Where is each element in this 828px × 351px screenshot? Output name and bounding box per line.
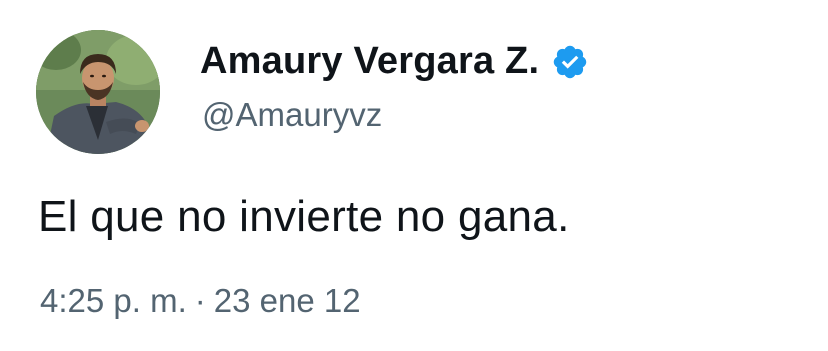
author-handle[interactable]: @Amauryvz — [202, 96, 382, 134]
tweet-text: El que no invierte no gana. — [38, 192, 570, 241]
author-name[interactable]: Amaury Vergara Z. — [200, 40, 589, 83]
tweet-time: 4:25 p. m. — [40, 282, 187, 319]
verified-badge-icon — [551, 43, 589, 81]
tweet-date: 23 ene 12 — [213, 282, 361, 319]
separator-dot: · — [194, 282, 206, 319]
author-name-text: Amaury Vergara Z. — [200, 40, 540, 82]
avatar-photo — [36, 30, 160, 154]
tweet-card: Amaury Vergara Z. @Amauryvz El que no in… — [0, 0, 828, 351]
avatar[interactable] — [36, 30, 160, 154]
tweet-timestamp[interactable]: 4:25 p. m. · 23 ene 12 — [40, 282, 361, 320]
